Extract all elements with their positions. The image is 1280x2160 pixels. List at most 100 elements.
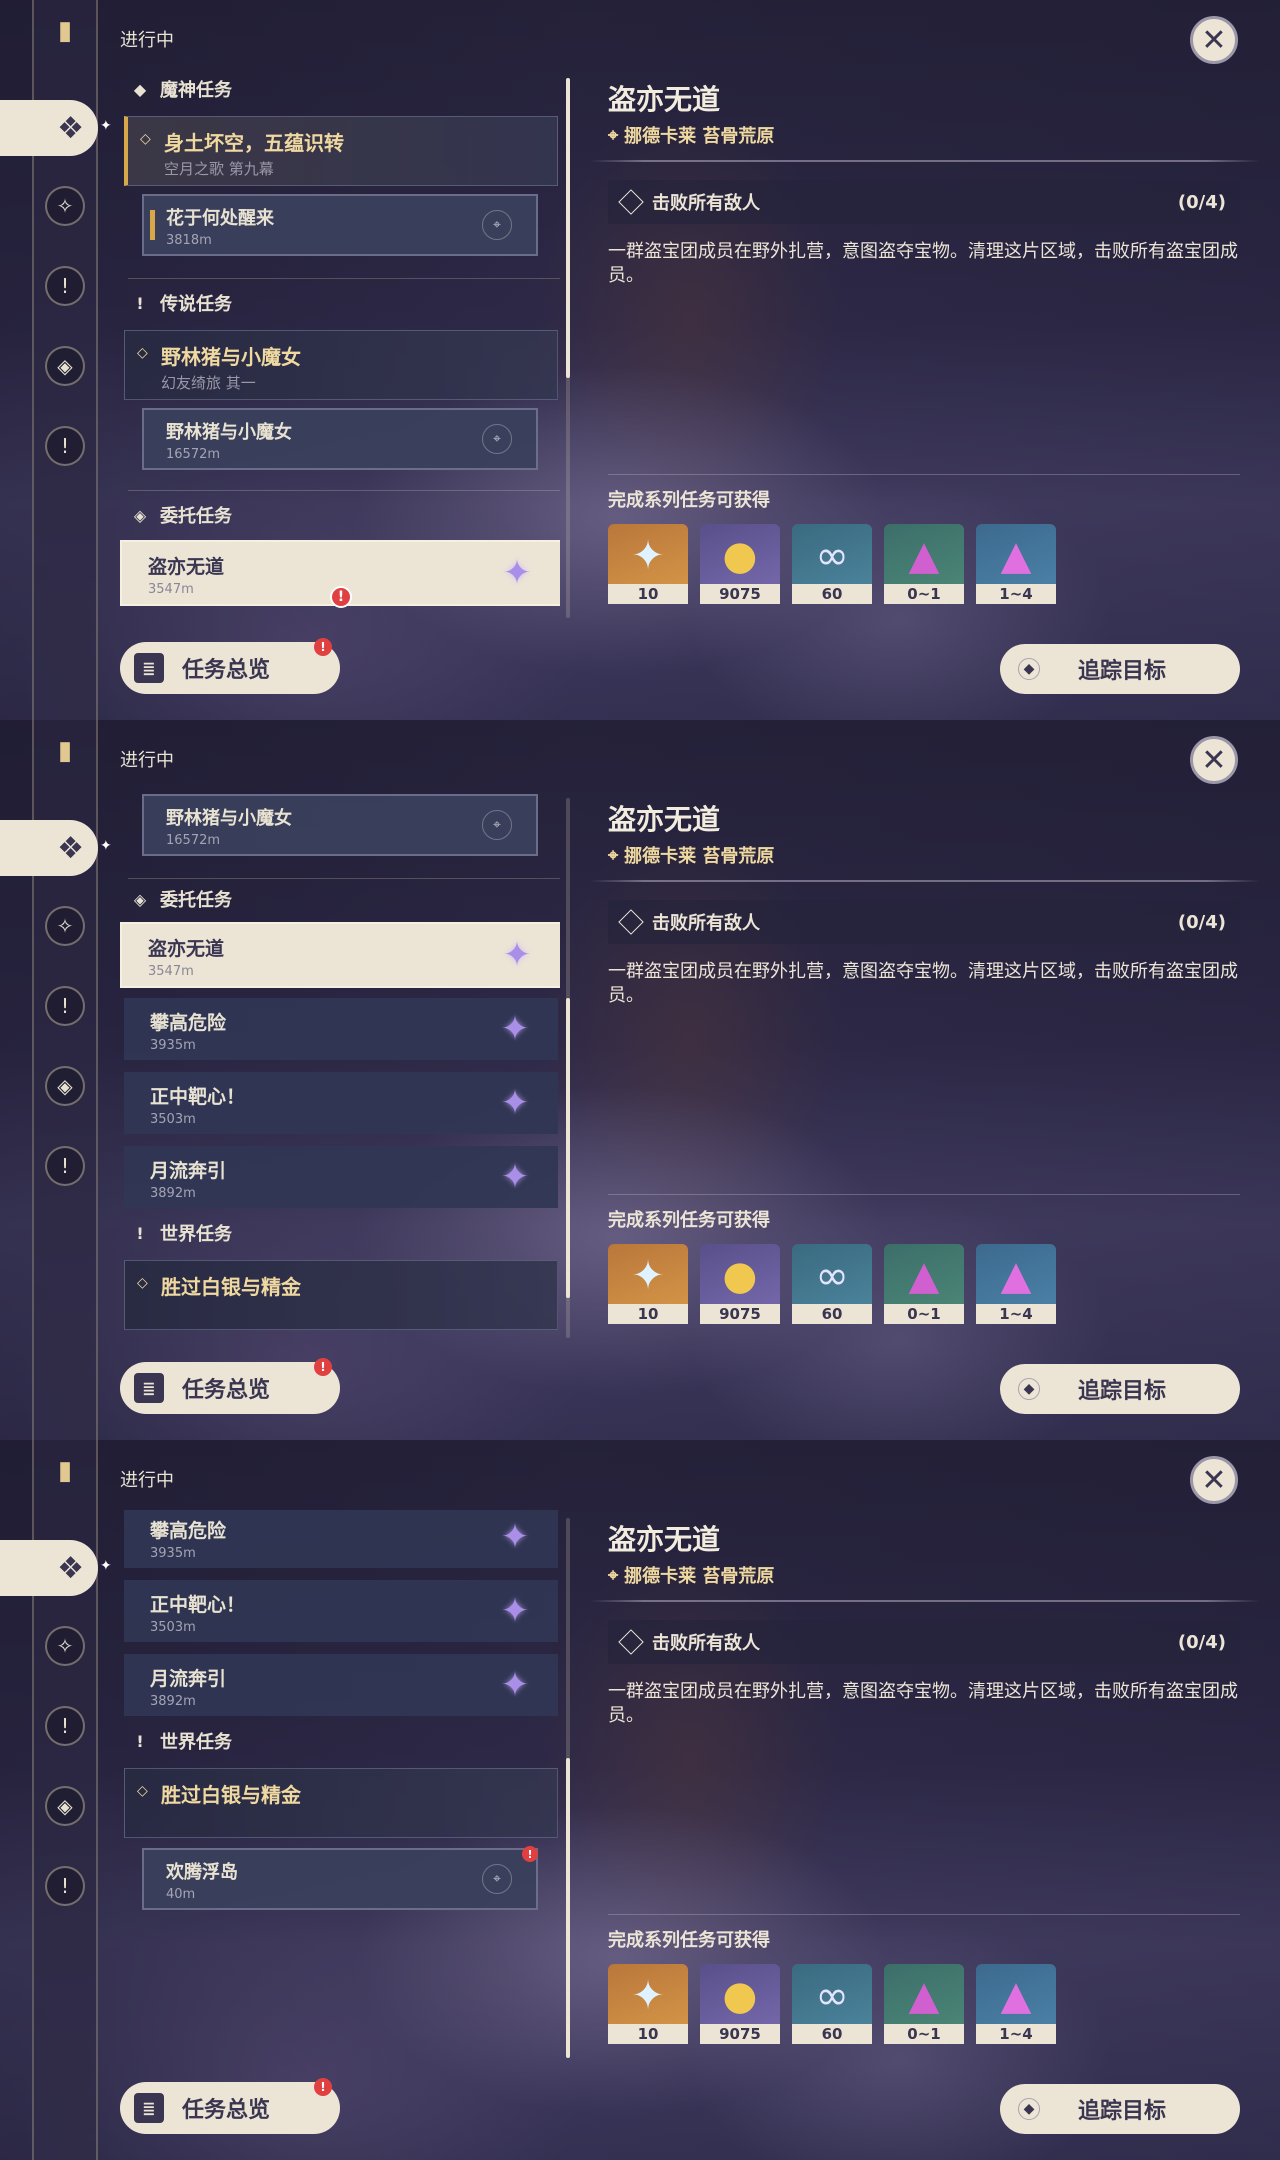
commission-star-icon: ✦ <box>500 1157 530 1197</box>
quest-archon-main[interactable]: ◇ 身土坏空，五蕴识转 空月之歌 第九幕 <box>124 116 558 186</box>
close-button[interactable]: ✕ <box>1190 736 1238 784</box>
commission-item[interactable]: 月流奔引 3892m ✦ <box>124 1146 558 1208</box>
detail-description: 一群盗宝团成员在野外扎营，意图盗夺宝物。清理这片区域，击败所有盗宝团成员。 <box>608 241 1238 286</box>
quest-list-scrollbar[interactable] <box>566 78 570 618</box>
quest-title: 欢腾浮岛 <box>166 1862 238 1883</box>
objective-text: 击败所有敌人 <box>652 193 760 214</box>
bookmark-icon[interactable]: ▮ <box>45 1456 85 1500</box>
quest-title: 野林猪与小魔女 <box>166 422 292 443</box>
location-pin-icon[interactable]: ⌖ <box>482 810 512 840</box>
detail-title: 盗亦无道 <box>608 83 721 116</box>
quest-world-main[interactable]: ◇ 胜过白银与精金 <box>124 1768 558 1838</box>
commission-item[interactable]: 正中靶心！ 3503m ✦ <box>124 1580 558 1642</box>
quest-title: 野林猪与小魔女 <box>161 345 301 369</box>
quest-overview-button[interactable]: ≣ 任务总览! <box>120 638 340 694</box>
tab-all-quests[interactable]: ❖ <box>0 100 98 156</box>
quest-legend-main[interactable]: ◇ 野林猪与小魔女 幻友绮旅 其一 <box>124 330 558 400</box>
objective-row: 击败所有敌人 (0/4) <box>608 900 1240 944</box>
reward-crystal[interactable]: ▲ 0~1 <box>884 524 964 604</box>
detail-title: 盗亦无道 <box>608 803 721 836</box>
tab-all-quests[interactable]: ❖ <box>0 820 98 876</box>
tracked-bar <box>150 210 155 240</box>
close-button[interactable]: ✕ <box>1190 1456 1238 1504</box>
tab-commissions[interactable]: ◈ <box>45 1786 85 1826</box>
detail-description: 一群盗宝团成员在野外扎营，意图盗夺宝物。清理这片区域，击败所有盗宝团成员。 <box>608 1681 1238 1726</box>
selected-arrow-icon: ▶ <box>120 564 121 580</box>
reward-crystal-cluster[interactable]: ▲ 1~4 <box>976 524 1056 604</box>
commission-star-icon: ✦ <box>500 1009 530 1049</box>
quest-distance: 16572m <box>166 833 221 848</box>
reward-companionship[interactable]: ∞ 60 <box>792 1244 872 1324</box>
location-pin-icon[interactable]: ⌖ <box>482 1864 512 1894</box>
reward-count: 0~1 <box>884 584 964 604</box>
reward-mora[interactable]: ● 9075 <box>700 1244 780 1324</box>
tab-archon-quests[interactable]: ✧ <box>45 1626 85 1666</box>
reward-companionship[interactable]: ∞ 60 <box>792 1964 872 2044</box>
commission-item[interactable]: 正中靶心！ 3503m ✦ <box>124 1072 558 1134</box>
mora-icon: ● <box>722 1973 758 2019</box>
quest-archon-sub[interactable]: 花于何处醒来 3818m ⌖ <box>142 194 538 256</box>
tab-commissions[interactable]: ◈ <box>45 1066 85 1106</box>
reward-crystal[interactable]: ▲ 0~1 <box>884 1964 964 2044</box>
reward-count: 0~1 <box>884 1304 964 1324</box>
companionship-exp-icon: ∞ <box>815 533 849 579</box>
reward-primogem[interactable]: ✦ 10 <box>608 524 688 604</box>
quest-overview-button[interactable]: ≣ 任务总览! <box>120 1358 340 1414</box>
reward-mora[interactable]: ● 9075 <box>700 524 780 604</box>
reward-mora[interactable]: ● 9075 <box>700 1964 780 2044</box>
quest-world-sub[interactable]: 欢腾浮岛 40m ⌖ ! <box>142 1846 538 1910</box>
quest-list-scrollbar[interactable] <box>566 1518 570 2058</box>
commission-star-icon: ✦ <box>502 935 532 975</box>
section-world-label: 世界任务 <box>160 1224 232 1245</box>
commission-section-icon: ◈ <box>133 889 147 909</box>
quest-world-main[interactable]: ◇ 胜过白银与精金 <box>124 1260 558 1330</box>
track-icon: ◆ <box>1018 658 1040 680</box>
reward-crystal[interactable]: ▲ 0~1 <box>884 1244 964 1324</box>
location-pin-icon[interactable]: ⌖ <box>482 210 512 240</box>
divider <box>608 474 1240 475</box>
quest-list-scrollbar[interactable] <box>566 798 570 1338</box>
bookmark-icon[interactable]: ▮ <box>45 736 85 780</box>
scroll-thumb[interactable] <box>566 1758 570 2058</box>
track-icon: ◆ <box>1018 2098 1040 2120</box>
quest-overview-button[interactable]: ≣ 任务总览! <box>120 2078 340 2134</box>
commission-item[interactable]: 攀高危险 3935m ✦ <box>124 998 558 1060</box>
reward-primogem[interactable]: ✦ 10 <box>608 1244 688 1324</box>
tab-story-quests[interactable]: ! <box>45 266 85 306</box>
quest-distance: 3818m <box>166 233 212 248</box>
track-target-button[interactable]: ◆ 追踪目标 <box>1000 2084 1240 2134</box>
track-target-button[interactable]: ◆ 追踪目标 <box>1000 644 1240 694</box>
divider <box>608 1194 1240 1195</box>
rewards-title: 完成系列任务可获得 <box>608 1210 770 1231</box>
reward-companionship[interactable]: ∞ 60 <box>792 524 872 604</box>
reward-primogem[interactable]: ✦ 10 <box>608 1964 688 2044</box>
sparkle-icon: ✦ <box>100 838 112 854</box>
tab-commissions[interactable]: ◈ <box>45 346 85 386</box>
scroll-thumb[interactable] <box>566 78 570 378</box>
commission-item[interactable]: 月流奔引 3892m ✦ <box>124 1654 558 1716</box>
tab-archon-quests[interactable]: ✧ <box>45 906 85 946</box>
quest-legend-sub[interactable]: 野林猪与小魔女 16572m ⌖ <box>142 794 538 856</box>
scroll-thumb[interactable] <box>566 998 570 1298</box>
tab-world-quests[interactable]: ! <box>45 426 85 466</box>
close-icon: ✕ <box>1201 1462 1227 1498</box>
bookmark-icon[interactable]: ▮ <box>45 16 85 60</box>
tab-world-quests[interactable]: ! <box>45 1866 85 1906</box>
tab-all-quests[interactable]: ❖ <box>0 1540 98 1596</box>
story-icon: ! <box>60 1714 70 1738</box>
tab-story-quests[interactable]: ! <box>45 986 85 1026</box>
tab-story-quests[interactable]: ! <box>45 1706 85 1746</box>
tab-archon-quests[interactable]: ✧ <box>45 186 85 226</box>
reward-crystal-cluster[interactable]: ▲ 1~4 <box>976 1964 1056 2044</box>
commission-item-selected[interactable]: ▶ 盗亦无道 3547m ✦ <box>120 922 560 988</box>
close-button[interactable]: ✕ <box>1190 16 1238 64</box>
location-pin-icon[interactable]: ⌖ <box>482 424 512 454</box>
commission-item[interactable]: 攀高危险 3935m ✦ <box>124 1510 558 1568</box>
location-text: 挪德卡莱 苔骨荒原 <box>624 1566 775 1587</box>
crystal-icon: ▲ <box>908 533 940 579</box>
tab-world-quests[interactable]: ! <box>45 1146 85 1186</box>
track-target-button[interactable]: ◆ 追踪目标 <box>1000 1364 1240 1414</box>
reward-crystal-cluster[interactable]: ▲ 1~4 <box>976 1244 1056 1324</box>
quest-legend-sub[interactable]: 野林猪与小魔女 16572m ⌖ <box>142 408 538 470</box>
world-section-icon: ! <box>136 1223 144 1243</box>
